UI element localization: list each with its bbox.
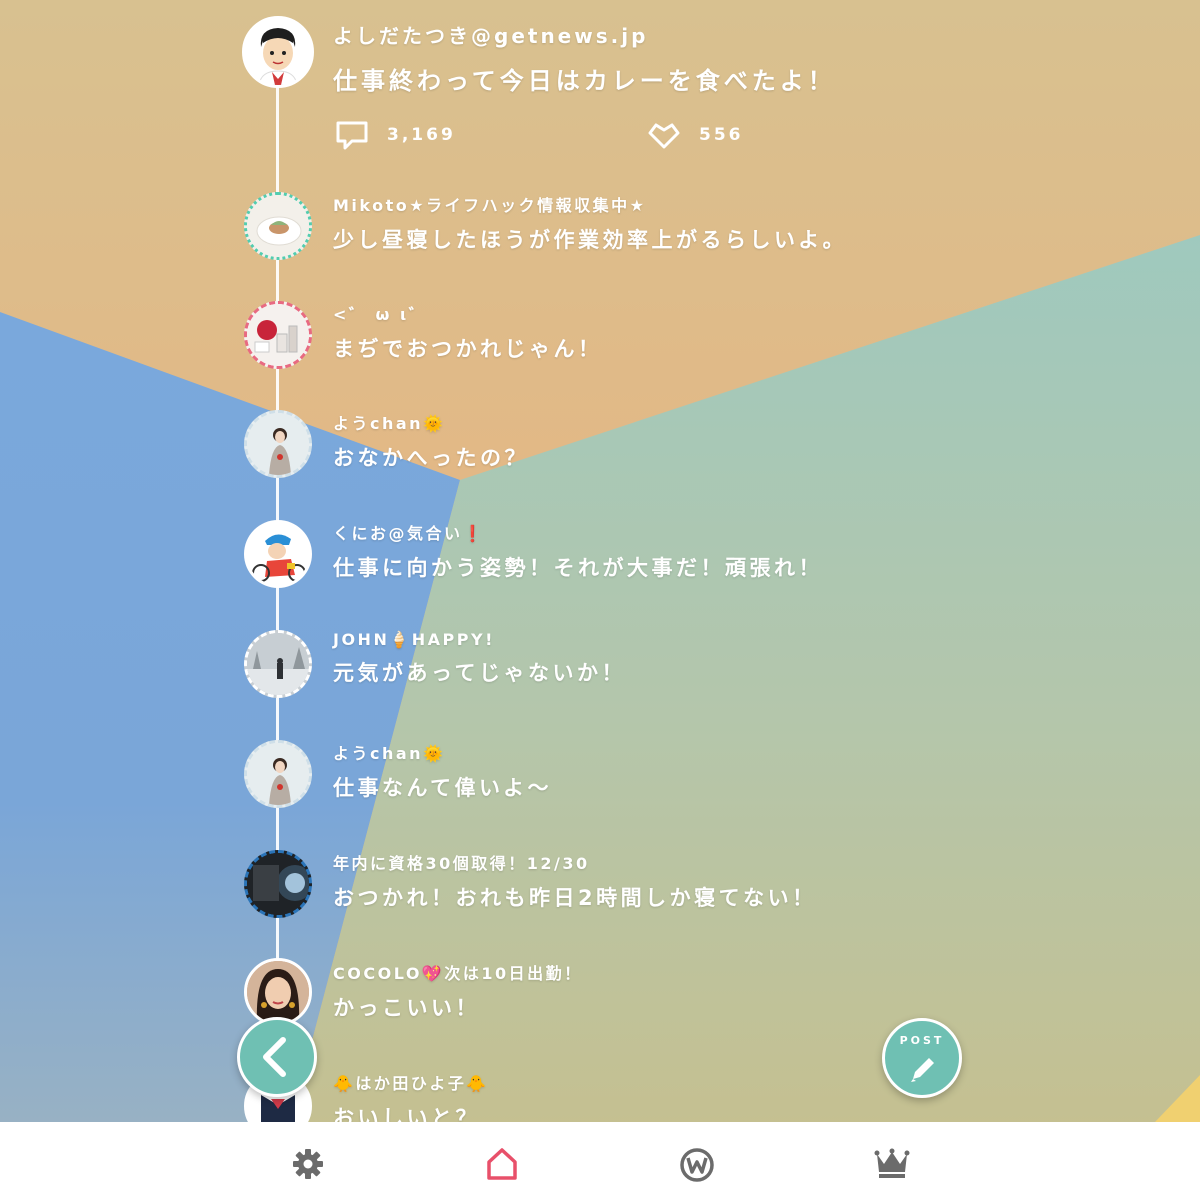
comment-count-stat[interactable]: 3,169 (335, 120, 456, 150)
background-planes (0, 0, 1200, 1200)
reply-username[interactable]: JOHN🍦HAPPY! (333, 630, 626, 649)
back-button[interactable] (237, 1017, 317, 1097)
snow-landscape-photo-icon (247, 633, 309, 695)
reply-avatar[interactable] (244, 958, 312, 1026)
reply-username[interactable]: ようchan🌞 (333, 740, 552, 764)
heart-icon (648, 123, 680, 149)
reply-message: 少し昼寝したほうが作業効率上がるらしいよ。 (333, 228, 848, 252)
reply-username[interactable]: COCOLO💖次は10日出勤！ (333, 960, 583, 984)
reply-body: COCOLO💖次は10日出勤！ かっこいい！ (333, 960, 583, 1022)
reply-username[interactable]: 🐥はか田ひよ子🐥 (333, 1070, 489, 1094)
reply-body: Mikoto★ライフハック情報収集中★ 少し昼寝したほうが作業効率上がるらしいよ… (333, 192, 847, 254)
reply-avatar[interactable] (244, 410, 312, 478)
cartoon-man-icon (245, 19, 311, 85)
comment-count: 3,169 (387, 125, 456, 145)
reply-avatar[interactable] (244, 520, 312, 588)
reply-avatar[interactable] (244, 740, 312, 808)
reply-body: ようchan🌞 仕事なんて偉いよ〜 (333, 740, 552, 802)
food-photo-icon (247, 195, 309, 257)
reply-message: かっこいい！ (333, 996, 480, 1020)
gear-icon (293, 1149, 323, 1179)
reply-body: JOHN🍦HAPPY! 元気があってじゃないか！ (333, 630, 626, 687)
reply-avatar[interactable] (244, 630, 312, 698)
like-count-stat[interactable]: 556 (647, 120, 744, 150)
bottom-navigation-bar (0, 1122, 1200, 1200)
top-post-body: よしだたつき@getnews.jp 仕事終わって今日はカレーを食べたよ！ (333, 20, 836, 96)
top-post-avatar[interactable] (242, 16, 314, 88)
reply-username[interactable]: <゛ ω ι゛ (333, 301, 603, 325)
nav-w-logo[interactable] (677, 1144, 717, 1184)
top-post-username[interactable]: よしだたつき@getnews.jp (333, 20, 836, 49)
woman-photo-icon (247, 743, 309, 805)
nav-home[interactable] (482, 1144, 522, 1184)
reply-body: ようchan🌞 おなかへったの？ (333, 410, 529, 472)
reply-username[interactable]: ようchan🌞 (333, 410, 529, 434)
nav-settings[interactable] (288, 1144, 328, 1184)
cyclist-illustration-icon (247, 523, 309, 585)
cosmetics-photo-icon (247, 304, 309, 366)
home-icon (487, 1148, 517, 1180)
reply-avatar[interactable] (244, 301, 312, 369)
post-button[interactable]: POST (882, 1018, 962, 1098)
top-post-message: 仕事終わって今日はカレーを食べたよ！ (333, 67, 836, 95)
pencil-icon (911, 1058, 934, 1082)
nav-ranking[interactable] (872, 1144, 912, 1184)
dark-photo-icon (247, 853, 309, 915)
reply-username[interactable]: Mikoto★ライフハック情報収集中★ (333, 192, 847, 216)
reply-username[interactable]: くにお@気合い❗ (333, 520, 823, 544)
reply-avatar[interactable] (244, 850, 312, 918)
reply-message: 仕事なんて偉いよ〜 (333, 776, 553, 800)
reply-message: 仕事に向かう姿勢！それが大事だ！頑張れ！ (333, 556, 823, 580)
chevron-left-icon (263, 1037, 286, 1077)
w-logo-icon (680, 1148, 714, 1182)
reply-body: <゛ ω ι゛ まぢでおつかれじゃん！ (333, 301, 603, 363)
reply-message: おつかれ！おれも昨日2時間しか寝てない！ (333, 886, 817, 910)
reply-body: 年内に資格30個取得！12/30 おつかれ！おれも昨日2時間しか寝てない！ (333, 850, 817, 912)
woman-photo-icon (247, 413, 309, 475)
reply-message: おなかへったの？ (333, 446, 529, 470)
reply-message: 元気があってじゃないか！ (333, 661, 626, 685)
like-count: 556 (699, 125, 744, 145)
reply-username[interactable]: 年内に資格30個取得！12/30 (333, 850, 817, 874)
post-button-label: POST (899, 1034, 945, 1047)
comment-icon (336, 121, 368, 150)
reply-message: まぢでおつかれじゃん！ (333, 337, 603, 361)
reply-avatar[interactable] (244, 192, 312, 260)
crown-icon (874, 1148, 910, 1178)
reply-body: くにお@気合い❗ 仕事に向かう姿勢！それが大事だ！頑張れ！ (333, 520, 823, 582)
portrait-photo-icon (247, 961, 309, 1023)
